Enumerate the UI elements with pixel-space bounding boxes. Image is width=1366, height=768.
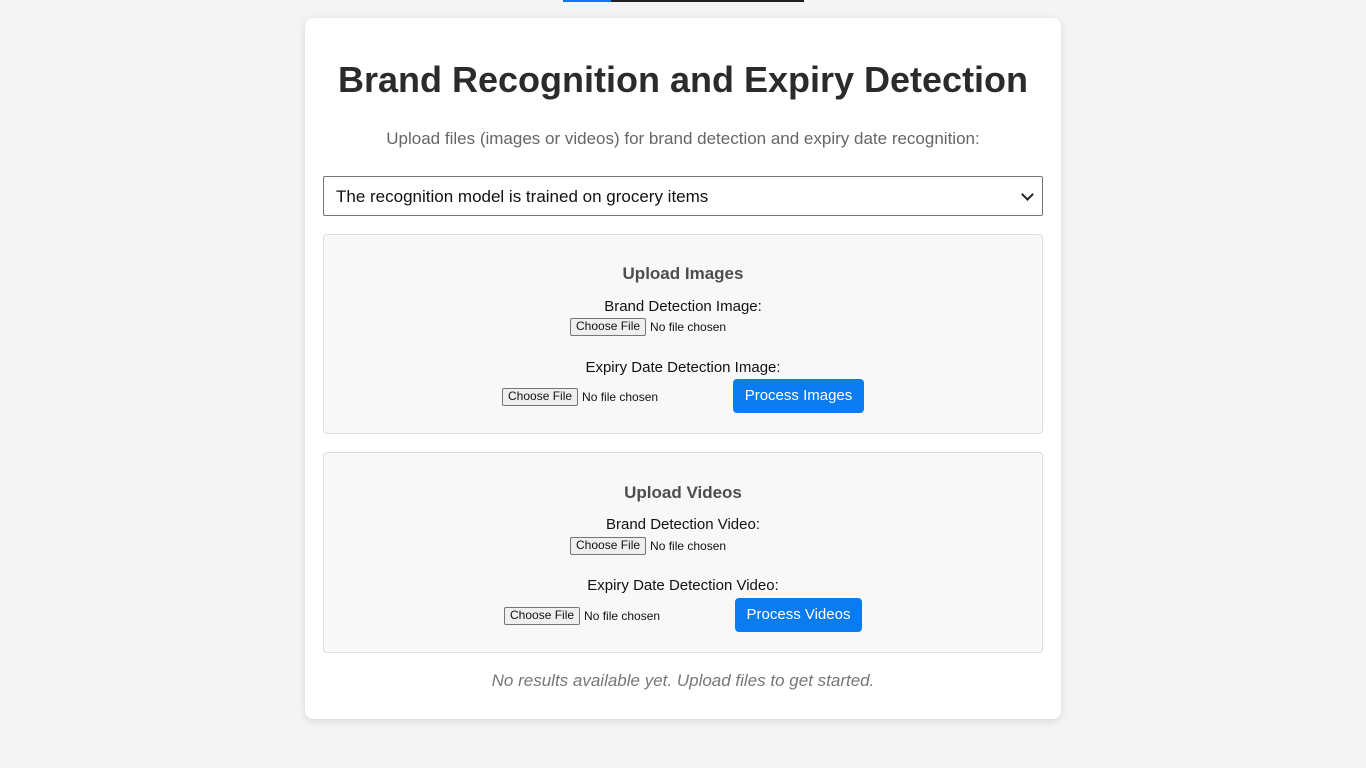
brand-video-label: Brand Detection Video:: [606, 516, 760, 533]
expiry-video-file-input[interactable]: Choose File No file chosen: [504, 607, 660, 625]
results-empty-message: No results available yet. Upload files t…: [491, 671, 875, 690]
upload-images-heading: Upload Images: [622, 264, 744, 283]
page-subtitle: Upload files (images or videos) for bran…: [386, 129, 980, 148]
expiry-video-label: Expiry Date Detection Video:: [587, 577, 779, 594]
upload-videos-heading: Upload Videos: [624, 483, 742, 502]
top-progress-bar: [563, 0, 804, 2]
expiry-image-label: Expiry Date Detection Image:: [585, 359, 781, 376]
brand-image-file-status: No file chosen: [650, 320, 727, 334]
brand-image-label: Brand Detection Image:: [604, 298, 762, 315]
chevron-down-icon: [1021, 188, 1034, 201]
model-select[interactable]: The recognition model is trained on groc…: [323, 176, 1043, 216]
expiry-image-file-input[interactable]: Choose File No file chosen: [502, 388, 658, 406]
upload-images-panel: Upload Images Brand Detection Image: Cho…: [323, 234, 1043, 434]
main-card: Brand Recognition and Expiry Detection U…: [305, 18, 1061, 719]
brand-video-file-status: No file chosen: [650, 539, 727, 553]
upload-videos-panel: Upload Videos Brand Detection Video: Cho…: [323, 452, 1043, 653]
process-images-button[interactable]: Process Images: [733, 379, 864, 413]
process-videos-button[interactable]: Process Videos: [735, 598, 862, 632]
expiry-video-choose-button[interactable]: Choose File: [504, 607, 581, 625]
brand-image-file-input[interactable]: Choose File No file chosen: [570, 318, 726, 336]
expiry-video-file-status: No file chosen: [584, 609, 661, 623]
expiry-image-file-status: No file chosen: [582, 390, 659, 404]
brand-video-choose-button[interactable]: Choose File: [570, 537, 647, 555]
expiry-image-choose-button[interactable]: Choose File: [502, 388, 579, 406]
brand-image-choose-button[interactable]: Choose File: [570, 318, 647, 336]
model-select-value: The recognition model is trained on groc…: [336, 187, 709, 206]
brand-video-file-input[interactable]: Choose File No file chosen: [570, 537, 726, 555]
top-progress-fill: [563, 0, 612, 2]
page-title: Brand Recognition and Expiry Detection: [337, 59, 1029, 100]
